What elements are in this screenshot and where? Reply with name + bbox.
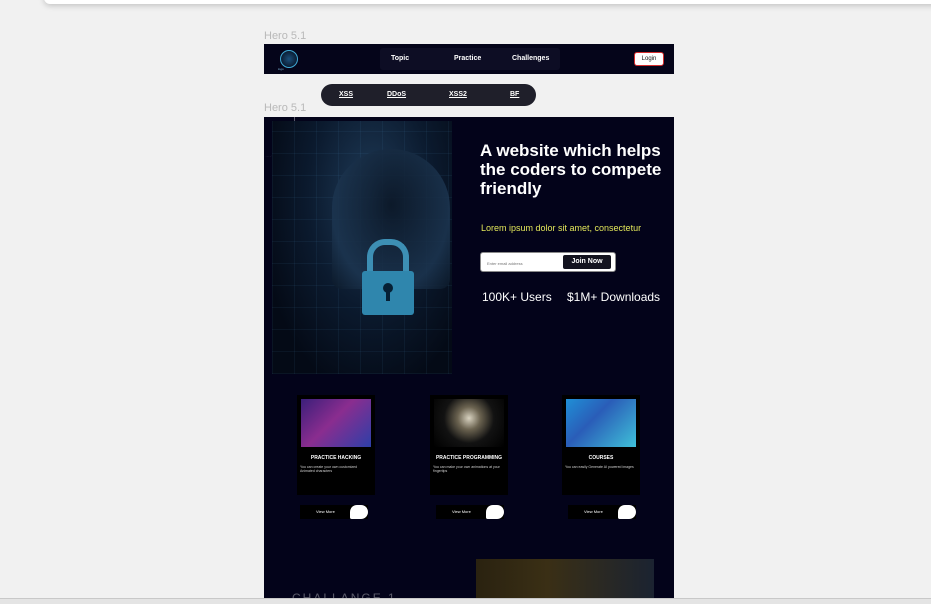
lock-icon: [362, 271, 414, 315]
stat-users: 100K+ Users: [482, 290, 552, 304]
nav-link-topic[interactable]: Topic: [391, 55, 409, 62]
view-more-blob-icon: [618, 505, 636, 519]
challenge-image: [476, 559, 654, 603]
card-practice-hacking[interactable]: PRACTICE HACKING You can create your own…: [297, 395, 375, 495]
pill-item-xss2[interactable]: XSS2: [449, 91, 467, 98]
card-title: PRACTICE PROGRAMMING: [435, 455, 503, 461]
view-more-button[interactable]: View More: [300, 505, 368, 519]
card-description: You can create your own customized Anima…: [300, 465, 358, 473]
keyhole-stem: [386, 291, 390, 301]
nav-link-challenges[interactable]: Challenges: [512, 55, 549, 62]
nav-bar: logo Topic Practice Challenges Login: [264, 44, 674, 74]
logo-text: logo: [278, 67, 284, 71]
hacking-card-image: [301, 399, 371, 447]
stat-downloads: $1M+ Downloads: [567, 290, 661, 304]
pill-item-bf[interactable]: BF: [510, 91, 519, 98]
card-courses[interactable]: COURSES You can easily Generate AI power…: [562, 395, 640, 495]
logo-icon[interactable]: [280, 50, 298, 68]
view-more-label: View More: [316, 509, 335, 514]
nav-links: Topic Practice Challenges: [380, 48, 560, 70]
view-more-button[interactable]: View More: [436, 505, 504, 519]
top-canvas-card: [44, 0, 931, 4]
hero-title: A website which helps the coders to comp…: [480, 141, 662, 198]
card-description: You can easily Generate AI powered image…: [565, 465, 634, 469]
view-more-button[interactable]: View More: [568, 505, 636, 519]
login-button[interactable]: Login: [634, 52, 664, 66]
hero-section: A website which helps the coders to comp…: [264, 117, 674, 603]
nav-link-practice[interactable]: Practice: [454, 55, 481, 62]
frame-label-hero: Hero 5.1: [264, 102, 307, 114]
hero-subtitle: Lorem ipsum dolor sit amet, consectetur: [481, 223, 642, 233]
frame-label-nav: Hero 5.1: [264, 30, 307, 42]
pill-item-ddos[interactable]: DDoS: [387, 91, 406, 98]
join-now-button[interactable]: Join Now: [563, 255, 611, 269]
topic-pill-nav: XSS DDoS XSS2 BF: [321, 84, 536, 106]
email-signup-form: Join Now: [480, 252, 616, 272]
card-description: You can make your own animations at your…: [433, 465, 500, 473]
canvas-bottom-bar: [0, 598, 931, 604]
hacker-hero-image: [272, 121, 452, 374]
card-practice-programming[interactable]: PRACTICE PROGRAMMING You can make your o…: [430, 395, 508, 495]
view-more-label: View More: [584, 509, 603, 514]
view-more-blob-icon: [350, 505, 368, 519]
card-title: PRACTICE HACKING: [310, 455, 362, 461]
view-more-blob-icon: [486, 505, 504, 519]
card-title: COURSES: [588, 455, 614, 461]
programming-card-image: [434, 399, 504, 447]
view-more-label: View More: [452, 509, 471, 514]
email-input[interactable]: [485, 255, 567, 271]
pill-item-xss[interactable]: XSS: [339, 91, 353, 98]
courses-card-image: [566, 399, 636, 447]
